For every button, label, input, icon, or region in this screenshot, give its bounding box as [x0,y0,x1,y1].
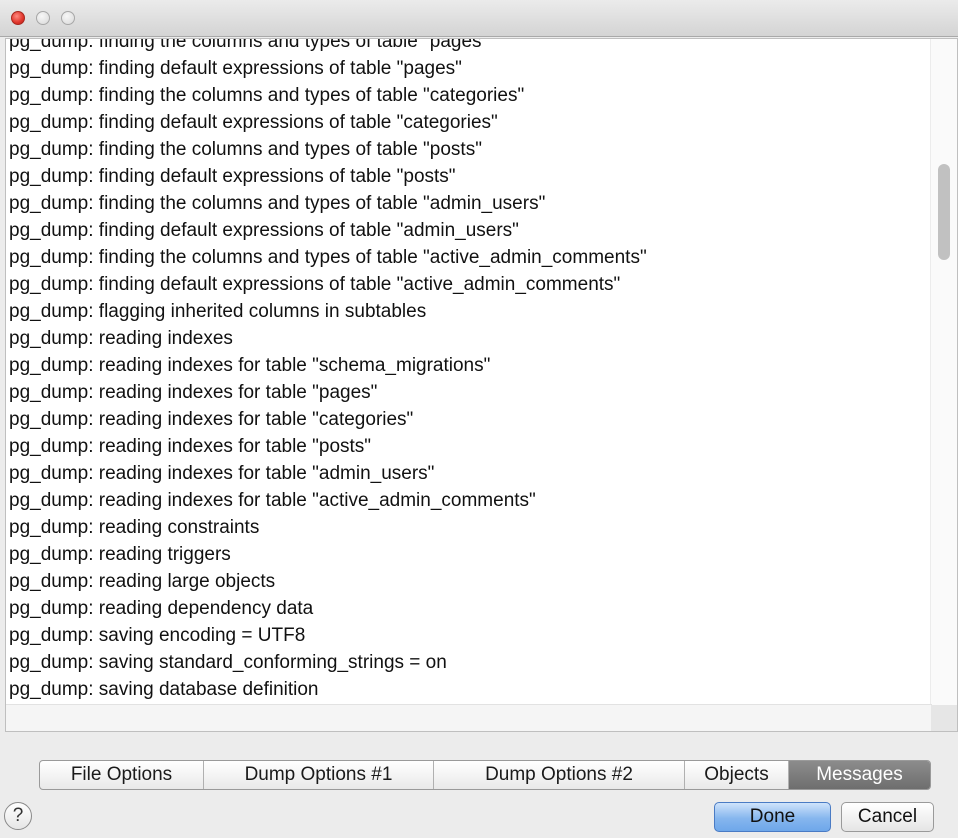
log-line: pg_dump: reading constraints [9,517,260,538]
log-line: pg_dump: finding the columns and types o… [9,193,546,214]
tab-objects[interactable]: Objects [685,761,789,789]
scrollbar-corner [931,705,957,731]
log-line: pg_dump: reading indexes for table "post… [9,436,372,457]
tab-messages[interactable]: Messages [789,761,930,789]
log-line: pg_dump: reading indexes [9,328,233,349]
minimize-window-button[interactable] [36,11,50,25]
log-line: pg_dump: finding default expressions of … [9,166,456,187]
zoom-window-button[interactable] [61,11,75,25]
log-line: pg_dump: reading indexes for table "acti… [9,490,536,511]
close-window-button[interactable] [11,11,25,25]
tab-dump-options-2[interactable]: Dump Options #2 [434,761,685,789]
messages-log[interactable]: pg_dump: finding the columns and types o… [5,38,958,732]
log-line: pg_dump: finding default expressions of … [9,112,498,133]
log-lines: pg_dump: finding the columns and types o… [9,38,929,703]
log-line: pg_dump: saving encoding = UTF8 [9,625,306,646]
log-line: pg_dump: finding default expressions of … [9,220,519,241]
log-line: pg_dump: reading indexes for table "admi… [9,463,435,484]
log-line: pg_dump: finding the columns and types o… [9,247,647,268]
done-button[interactable]: Done [714,802,831,832]
window-titlebar [0,0,958,37]
log-line: pg_dump: saving database definition [9,679,319,700]
log-line: pg_dump: saving standard_conforming_stri… [9,652,447,673]
tab-file-options[interactable]: File Options [40,761,204,789]
log-line: pg_dump: reading triggers [9,544,231,565]
log-line: pg_dump: finding the columns and types o… [9,38,489,52]
log-line: pg_dump: reading indexes for table "page… [9,382,378,403]
vertical-scrollbar-thumb[interactable] [938,164,950,260]
log-line: pg_dump: finding the columns and types o… [9,139,482,160]
horizontal-scrollbar[interactable] [6,704,932,731]
log-line: pg_dump: reading indexes for table "cate… [9,409,414,430]
log-line: pg_dump: reading large objects [9,571,276,592]
help-icon[interactable]: ? [4,802,32,830]
tab-bar: File Options Dump Options #1 Dump Option… [39,760,931,790]
log-line: pg_dump: finding default expressions of … [9,274,621,295]
log-line: pg_dump: finding the columns and types o… [9,85,525,106]
cancel-button[interactable]: Cancel [841,802,934,832]
log-line: pg_dump: reading dependency data [9,598,314,619]
log-line: pg_dump: finding default expressions of … [9,58,462,79]
log-line: pg_dump: reading indexes for table "sche… [9,355,491,376]
tab-dump-options-1[interactable]: Dump Options #1 [204,761,434,789]
vertical-scrollbar[interactable] [930,39,957,705]
log-line: pg_dump: flagging inherited columns in s… [9,301,427,322]
